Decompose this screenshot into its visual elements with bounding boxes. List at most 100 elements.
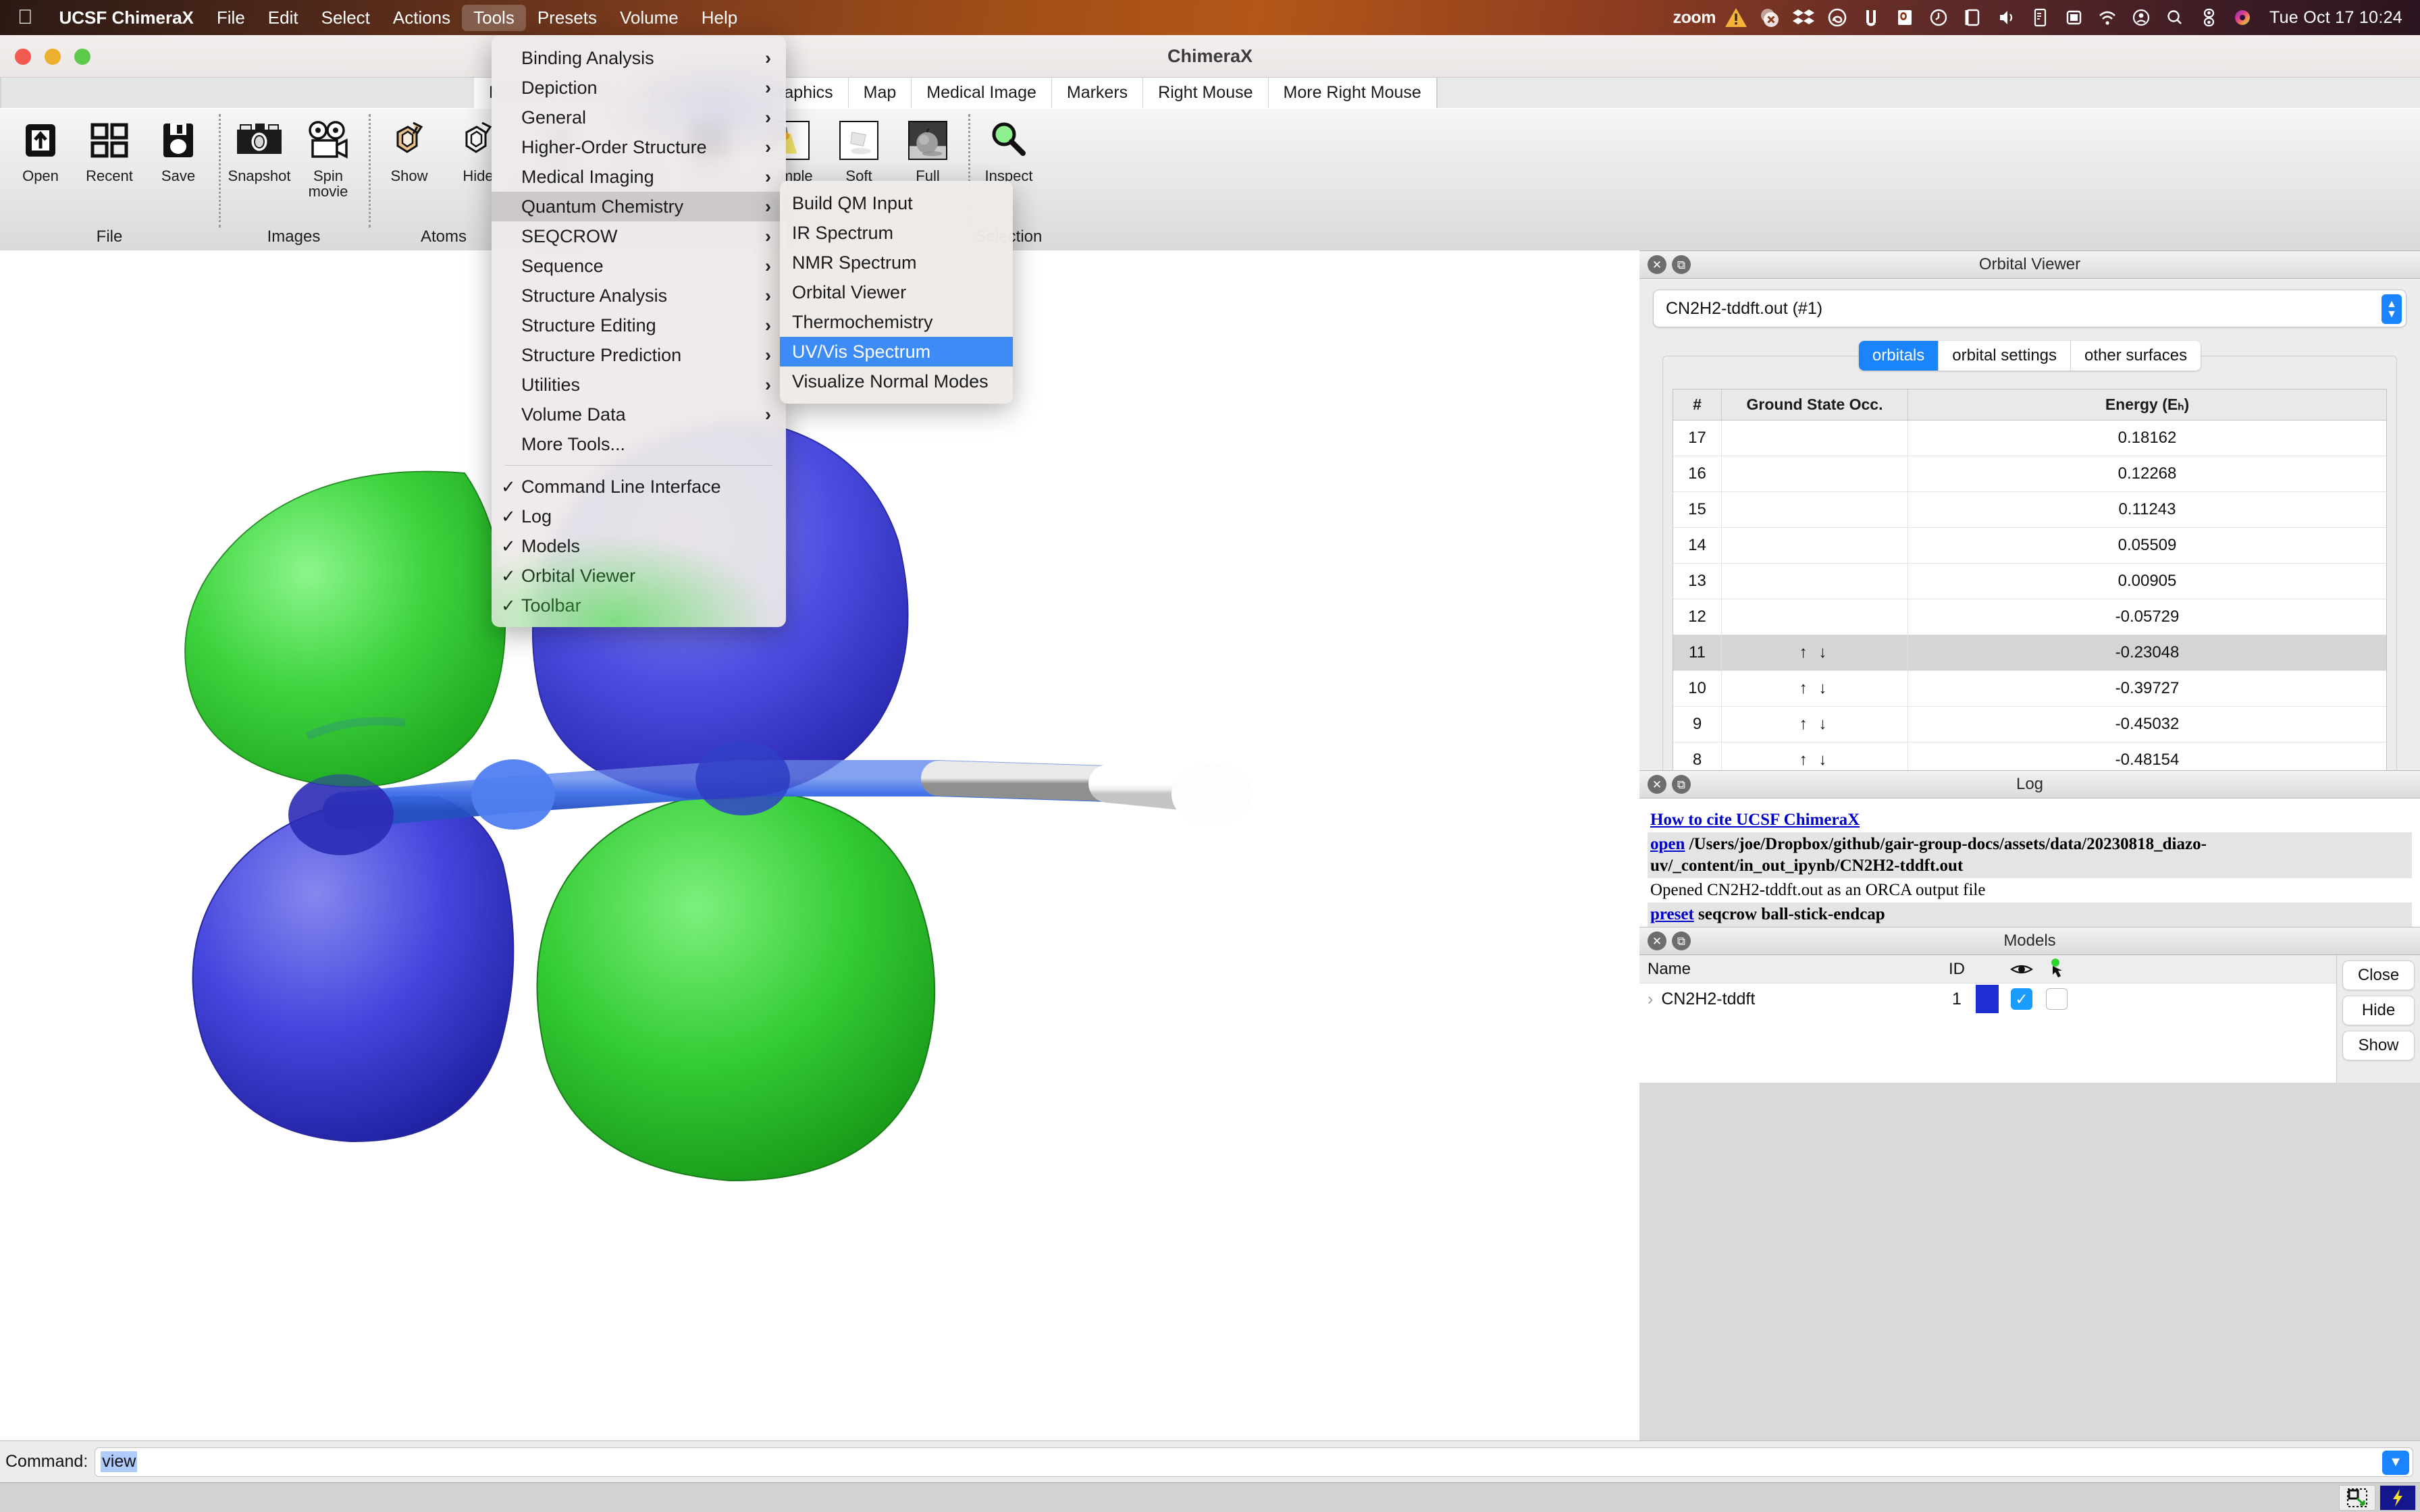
dropbox-icon[interactable] (1790, 5, 1817, 30)
tools-menu-toggle-log[interactable]: ✓ Log (492, 502, 786, 531)
crashplan-icon[interactable] (1756, 5, 1783, 30)
menu-select[interactable]: Select (310, 5, 382, 31)
siri-icon[interactable] (2229, 5, 2256, 30)
musescore-icon[interactable] (1858, 5, 1885, 30)
zoom-status-item[interactable]: zoom (1673, 8, 1716, 28)
resize-corner-icon[interactable] (2339, 1484, 2375, 1511)
tools-menu-item-structure-analysis[interactable]: Structure Analysis › (492, 281, 786, 310)
close-icon[interactable]: ✕ (1648, 932, 1666, 950)
submenu-item-orbital-viewer[interactable]: Orbital Viewer (780, 277, 1013, 307)
apple-icon[interactable]:  (0, 7, 48, 28)
model-color-swatch[interactable] (1970, 985, 2004, 1013)
submenu-item-nmr-spectrum[interactable]: NMR Spectrum (780, 248, 1013, 277)
tools-menu-item-volume-data[interactable]: Volume Data › (492, 400, 786, 429)
tools-menu-toggle-toolbar[interactable]: ✓ Toolbar (492, 591, 786, 620)
orbital-table-row[interactable]: 11 ↑ ↓ -0.23048 (1673, 635, 2386, 671)
tools-menu-item-more-tools[interactable]: More Tools... (492, 429, 786, 459)
orbital-table-row[interactable]: 10 ↑ ↓ -0.39727 (1673, 671, 2386, 707)
chevron-down-icon[interactable]: ▼ (2382, 1450, 2409, 1475)
orbital-table-row[interactable]: 15 0.11243 (1673, 492, 2386, 528)
tools-menu-item-general[interactable]: General › (492, 103, 786, 132)
menu-edit[interactable]: Edit (257, 5, 310, 31)
orbital-table-row[interactable]: 14 0.05509 (1673, 528, 2386, 564)
orbital-table-row[interactable]: 17 0.18162 (1673, 421, 2386, 456)
orbital-table-row[interactable]: 9 ↑ ↓ -0.45032 (1673, 707, 2386, 742)
menu-tools[interactable]: Tools (462, 4, 526, 31)
hide-models-button[interactable]: Hide (2342, 996, 2415, 1025)
tab-other-surfaces[interactable]: other surfaces (2071, 341, 2201, 371)
stepper-icon[interactable]: ▲ ▼ (2382, 294, 2402, 324)
light-soft-button[interactable]: Soft (826, 115, 891, 184)
spin-movie-button[interactable]: Spin movie (296, 115, 361, 199)
tools-menu-item-binding-analysis[interactable]: Binding Analysis › (492, 43, 786, 73)
tools-dropdown-menu[interactable]: Binding Analysis › Depiction › General › Highe… (492, 35, 786, 627)
menu-volume[interactable]: Volume (608, 5, 690, 31)
display-icon[interactable] (1959, 5, 1986, 30)
tab-map[interactable]: Map (848, 78, 912, 108)
recent-button[interactable]: Recent (77, 115, 142, 184)
close-icon[interactable]: ✕ (1648, 255, 1666, 274)
close-models-button[interactable]: Close (2342, 961, 2415, 990)
model-row[interactable]: › CN2H2-tddft 1 ✓ (1639, 983, 2336, 1015)
orbital-table-row[interactable]: 12 -0.05729 (1673, 599, 2386, 635)
snapshot-button[interactable]: Snapshot (227, 115, 292, 184)
tools-menu-item-medical-imaging[interactable]: Medical Imaging › (492, 162, 786, 192)
wifi-icon[interactable] (2094, 5, 2121, 30)
tools-menu-toggle-models[interactable]: ✓ Models (492, 531, 786, 561)
show-atoms-button[interactable]: Show (377, 115, 442, 184)
tools-menu-toggle-command-line-interface[interactable]: ✓ Command Line Interface (492, 472, 786, 502)
open-button[interactable]: Open (8, 115, 73, 184)
volume-icon[interactable] (1993, 5, 2020, 30)
tab-more-right-mouse[interactable]: More Right Mouse (1268, 78, 1437, 108)
show-models-button[interactable]: Show (2342, 1031, 2415, 1060)
tab-medical-image[interactable]: Medical Image (912, 78, 1052, 108)
molecular-graphics-viewport[interactable] (0, 250, 1639, 1440)
tools-menu-item-depiction[interactable]: Depiction › (492, 73, 786, 103)
light-full-button[interactable]: Full (895, 115, 960, 184)
menu-help[interactable]: Help (690, 5, 749, 31)
menu-actions[interactable]: Actions (382, 5, 462, 31)
menu-presets[interactable]: Presets (526, 5, 608, 31)
tools-menu-item-higher-order-structure[interactable]: Higher-Order Structure › (492, 132, 786, 162)
control-center-icon[interactable] (2195, 5, 2222, 30)
screen-icon[interactable] (2060, 5, 2087, 30)
clock-icon[interactable] (1925, 5, 1952, 30)
tools-menu-toggle-orbital-viewer[interactable]: ✓ Orbital Viewer (492, 561, 786, 591)
warning-icon[interactable] (1722, 5, 1750, 30)
notes-icon[interactable] (2026, 5, 2053, 30)
model-select-checkbox[interactable] (2039, 988, 2074, 1010)
tab-right-mouse[interactable]: Right Mouse (1143, 78, 1269, 108)
lightning-icon[interactable] (2379, 1484, 2416, 1511)
submenu-item-visualize-normal-modes[interactable]: Visualize Normal Modes (780, 367, 1013, 396)
creative-cloud-icon[interactable] (1824, 5, 1851, 30)
submenu-item-build-qm-input[interactable]: Build QM Input (780, 188, 1013, 218)
log-command-link[interactable]: open (1650, 835, 1685, 853)
menu-file[interactable]: File (205, 5, 257, 31)
tools-menu-item-sequence[interactable]: Sequence › (492, 251, 786, 281)
search-icon[interactable] (2161, 5, 2188, 30)
undock-icon[interactable]: ⧉ (1672, 775, 1691, 794)
tools-menu-item-quantum-chemistry[interactable]: Quantum Chemistry › (492, 192, 786, 221)
file-select[interactable]: CN2H2-tddft.out (#1) ▲ ▼ (1653, 290, 2406, 327)
tab-markers[interactable]: Markers (1051, 78, 1144, 108)
user-icon[interactable] (2128, 5, 2155, 30)
orbital-table-row[interactable]: 13 0.00905 (1673, 564, 2386, 599)
close-icon[interactable]: ✕ (1648, 775, 1666, 794)
tab-orbital-settings[interactable]: orbital settings (1939, 341, 2072, 371)
menu-app-name[interactable]: UCSF ChimeraX (48, 5, 205, 31)
orbital-table-row[interactable]: 16 0.12268 (1673, 456, 2386, 492)
model-visibility-checkbox[interactable]: ✓ (2004, 988, 2039, 1010)
tab-orbitals[interactable]: orbitals (1858, 341, 1939, 371)
submenu-item-thermochemistry[interactable]: Thermochemistry (780, 307, 1013, 337)
tools-menu-item-utilities[interactable]: Utilities › (492, 370, 786, 400)
tools-menu-item-seqcrow[interactable]: SEQCROW › (492, 221, 786, 251)
log-command-link[interactable]: preset (1650, 905, 1694, 923)
log-content[interactable]: How to cite UCSF ChimeraX open /Users/jo… (1639, 799, 2420, 927)
tools-menu-item-structure-editing[interactable]: Structure Editing › (492, 310, 786, 340)
outlook-icon[interactable] (1891, 5, 1918, 30)
submenu-item-ir-spectrum[interactable]: IR Spectrum (780, 218, 1013, 248)
models-table[interactable]: Name ID › CN2H2-tddft 1 ✓ (1639, 955, 2336, 1083)
expand-chevron-icon[interactable]: › (1648, 990, 1653, 1009)
undock-icon[interactable]: ⧉ (1672, 255, 1691, 274)
save-button[interactable]: Save (146, 115, 211, 184)
